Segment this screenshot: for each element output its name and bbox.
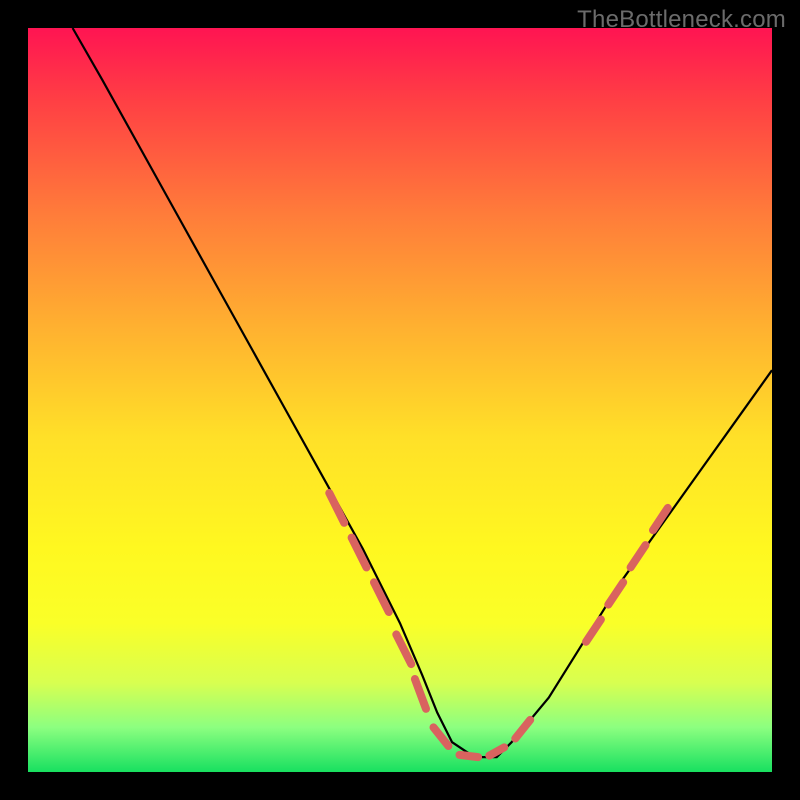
highlight-dash [396,634,411,664]
highlight-dash [515,720,530,739]
highlight-dash [586,620,601,642]
highlight-dash [489,747,504,755]
highlight-dash [415,679,426,709]
highlight-dash [631,545,646,567]
chart-svg [28,28,772,772]
chart-curve [73,28,772,757]
highlight-dash [608,582,623,604]
highlight-dashes [329,493,668,757]
highlight-dash [460,755,479,757]
highlight-dash [329,493,344,523]
